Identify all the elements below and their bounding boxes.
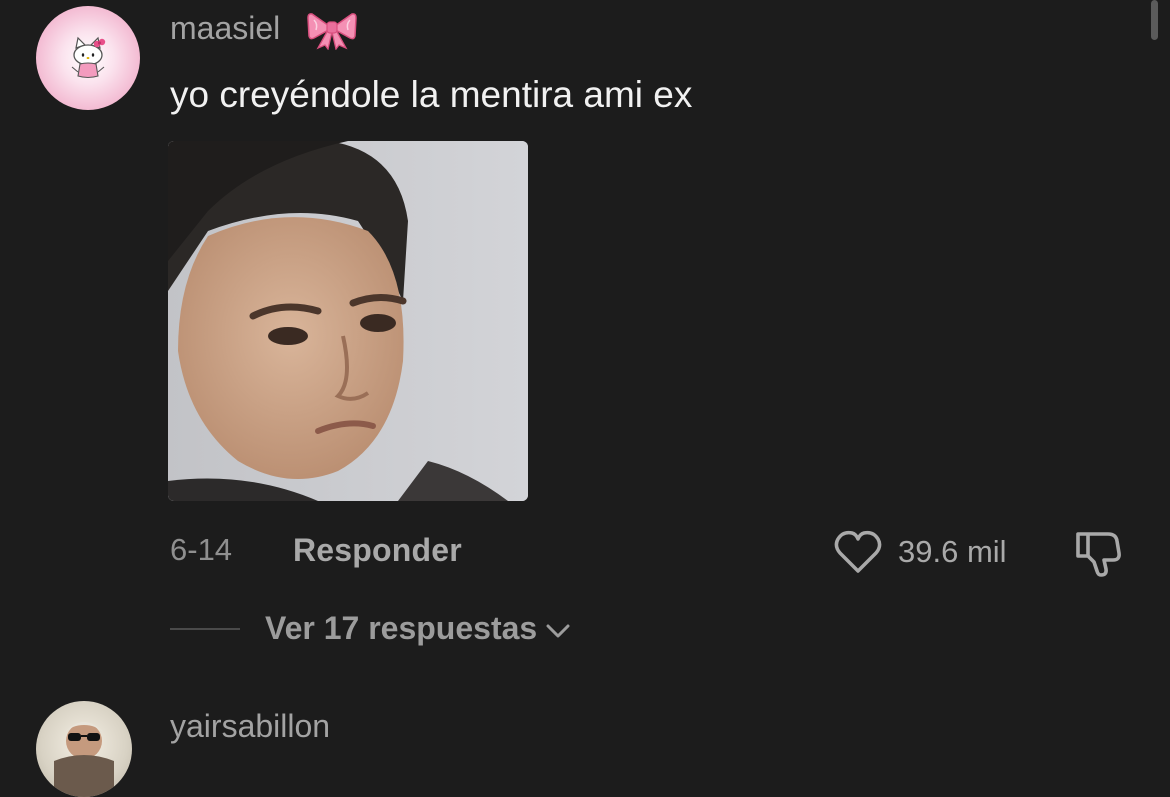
replies-divider: [170, 628, 240, 630]
comment-date: 6-14: [170, 532, 233, 567]
comment-username-next[interactable]: yairsabillon: [170, 708, 330, 745]
like-count: 39.6 mil: [898, 534, 1007, 569]
comment-image[interactable]: [168, 141, 528, 501]
ribbon-bow-icon: [307, 13, 357, 50]
meme-face-photo-icon: [168, 141, 528, 501]
user-avatar-maasiel[interactable]: [36, 6, 140, 110]
comment-username[interactable]: maasiel: [170, 10, 280, 47]
chevron-down-icon: [546, 624, 570, 637]
thumbs-down-icon[interactable]: [1072, 527, 1126, 579]
user-avatar-yairsabillon[interactable]: [36, 701, 132, 797]
view-replies-button[interactable]: Ver 17 respuestas: [265, 610, 571, 647]
comment-text: yo creyéndole la mentira ami ex: [170, 74, 693, 115]
hello-kitty-icon: [71, 36, 106, 79]
reply-button[interactable]: Responder: [293, 532, 462, 569]
sunglasses-person-icon: [54, 722, 114, 797]
scrollbar[interactable]: [1151, 0, 1158, 40]
heart-icon[interactable]: [832, 528, 884, 576]
view-replies-label: Ver 17 respuestas: [265, 610, 538, 646]
